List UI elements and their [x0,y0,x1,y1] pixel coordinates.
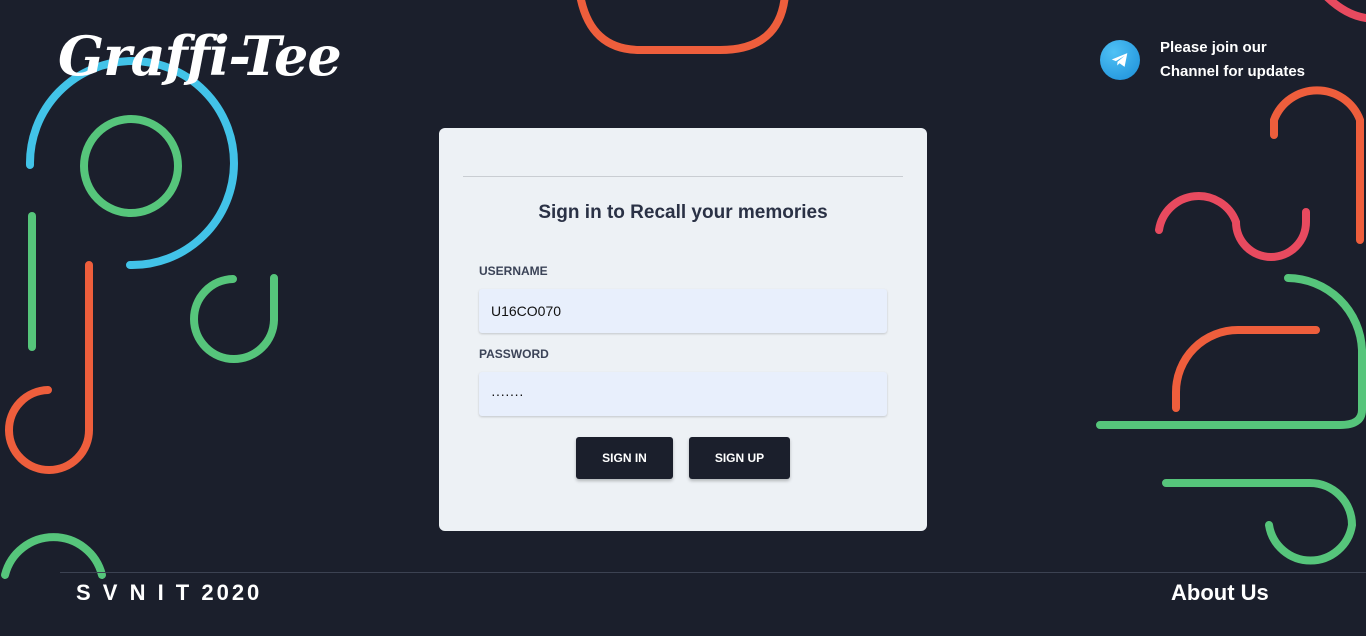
decor-red-corner [1324,0,1366,22]
telegram-channel-link[interactable]: Please join our Channel for updates [1100,36,1320,84]
password-label: PASSWORD [479,347,549,361]
password-input[interactable] [479,372,887,416]
decor-green-bottom-arc [1,533,106,579]
username-input[interactable] [479,289,887,333]
card-divider [463,176,903,177]
decor-orange-u-top [577,0,789,54]
decor-orange-arc-right [1172,326,1320,412]
telegram-text: Please join our Channel for updates [1160,39,1306,80]
decor-green-hook [190,274,278,363]
sign-in-button[interactable]: SIGN IN [576,437,673,479]
login-title: Sign in to Recall your memories [538,202,828,223]
decor-red-wave [1155,192,1310,261]
decor-blue-arc [25,57,238,270]
decor-green-circle [80,115,182,217]
decor-green-arc-right [1096,274,1366,429]
telegram-icon [1100,40,1140,80]
page: Graffi-Tee Please join our Channel for u… [0,0,1366,636]
sign-up-button[interactable]: SIGN UP [689,437,790,479]
about-us-link[interactable]: About Us [1171,580,1269,606]
login-card: Sign in to Recall your memories USERNAME… [439,128,927,531]
footer-divider [60,572,1366,573]
username-label: USERNAME [479,264,548,278]
decor-orange-j [5,261,93,474]
decor-green-hook-bottom [1162,479,1357,565]
logo[interactable]: Graffi-Tee [58,24,342,88]
decor-orange-hook-right [1270,86,1364,244]
footer-copyright: S V N I T 2020 [76,580,263,605]
